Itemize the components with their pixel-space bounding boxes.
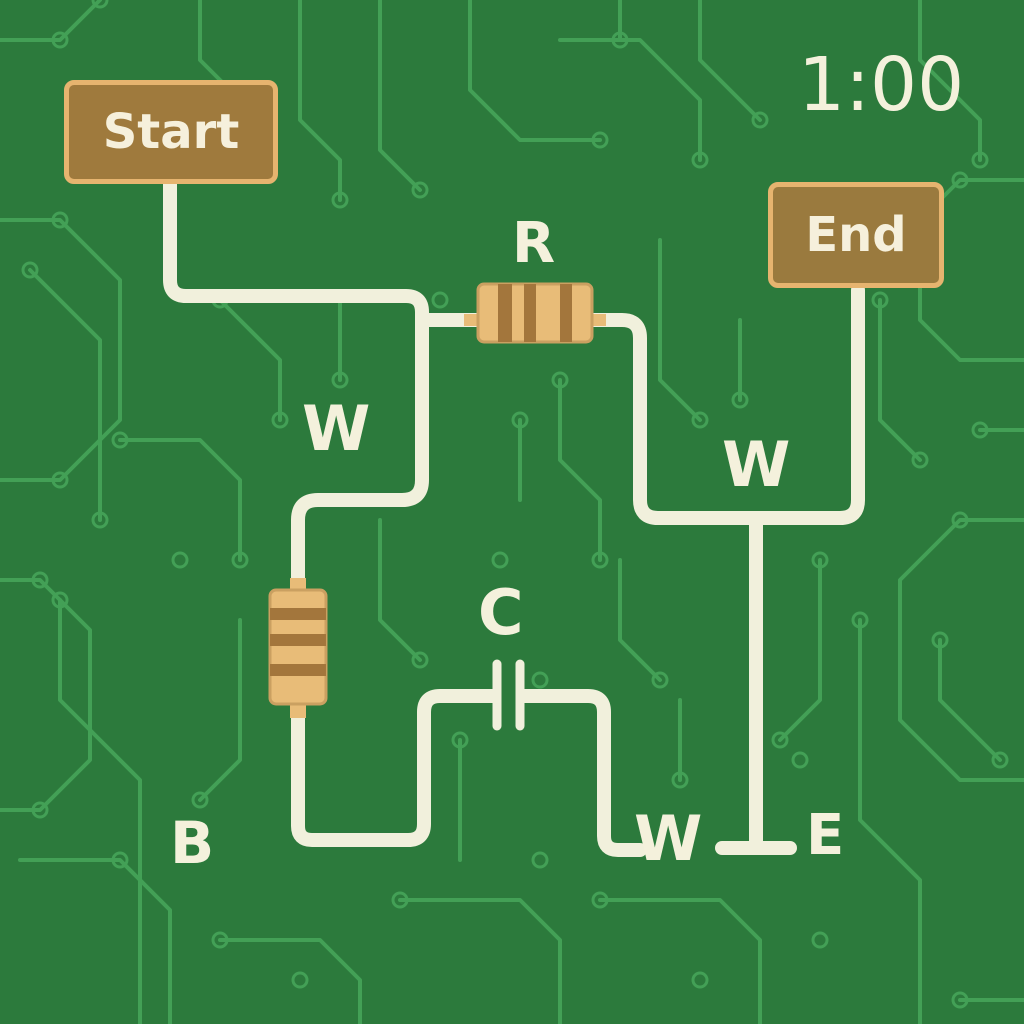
game-board: Start End 1:00 R W W C B W E	[0, 0, 1024, 1024]
capacitor-label: C	[478, 576, 524, 649]
wire-label-left: W	[302, 392, 371, 465]
resistor-left	[268, 578, 328, 718]
wire-start	[163, 177, 491, 327]
wire-capacitor-right	[517, 689, 647, 857]
wire-label-right: W	[722, 428, 791, 501]
start-button[interactable]: Start	[64, 80, 278, 184]
capacitor	[492, 659, 525, 731]
wire-bottom-left	[291, 689, 501, 847]
end-marker-label: E	[806, 803, 845, 868]
resistor-top	[464, 282, 606, 344]
resistor-label: R	[512, 211, 556, 276]
wire-label-bottom: W	[634, 802, 703, 875]
battery-label: B	[170, 809, 215, 877]
countdown-timer: 1:00	[798, 42, 965, 128]
end-button[interactable]: End	[768, 182, 944, 288]
